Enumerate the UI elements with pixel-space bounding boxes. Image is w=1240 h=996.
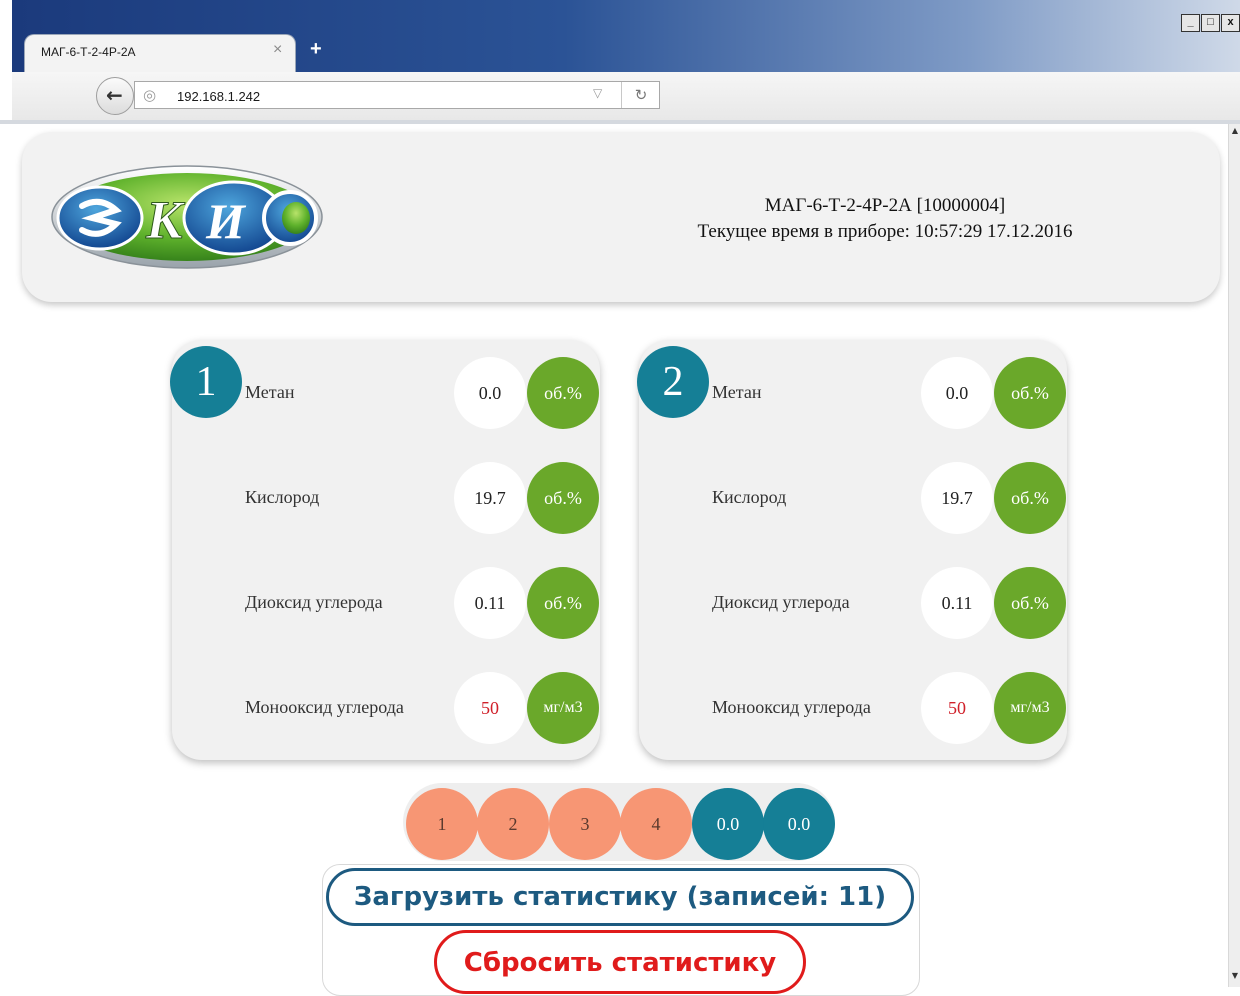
gas-name: Метан bbox=[245, 382, 295, 402]
gas-name: Монооксид углерода bbox=[712, 697, 871, 717]
minimize-button[interactable]: _ bbox=[1181, 14, 1200, 32]
svg-text:К: К bbox=[145, 190, 186, 250]
vertical-scrollbar[interactable]: ▲ ▼ bbox=[1228, 124, 1240, 987]
sensor-panel-1: 1 Метан 0.0 об.% Кислород 19.7 об.% Диок… bbox=[170, 340, 600, 760]
tab-close-icon[interactable]: × bbox=[273, 41, 282, 59]
new-tab-button[interactable]: + bbox=[310, 38, 322, 61]
gas-row: Кислород 19.7 об.% bbox=[639, 462, 1067, 534]
channel-value-2[interactable]: 0.0 bbox=[763, 788, 835, 860]
channel-button-4[interactable]: 4 bbox=[620, 788, 692, 860]
gas-row: Метан 0.0 об.% bbox=[172, 357, 600, 429]
scroll-down-icon[interactable]: ▼ bbox=[1229, 971, 1240, 985]
gas-value: 0.0 bbox=[454, 357, 526, 429]
gas-value: 19.7 bbox=[454, 462, 526, 534]
browser-tab[interactable]: МАГ-6-Т-2-4Р-2А × bbox=[24, 34, 296, 72]
gas-row: Диоксид углерода 0.11 об.% bbox=[639, 567, 1067, 639]
maximize-button[interactable]: □ bbox=[1201, 14, 1220, 32]
gas-row: Кислород 19.7 об.% bbox=[172, 462, 600, 534]
device-time: Текущее время в приборе: 10:57:29 17.12.… bbox=[697, 221, 1073, 242]
gas-value: 0.0 bbox=[921, 357, 993, 429]
gas-unit-button[interactable]: мг/м3 bbox=[994, 672, 1066, 744]
gas-name: Метан bbox=[712, 382, 762, 402]
gas-value-alert: 50 bbox=[921, 672, 993, 744]
load-statistics-button[interactable]: Загрузить статистику (записей: 11) bbox=[326, 868, 914, 926]
gas-name: Диоксид углерода bbox=[712, 592, 850, 612]
reload-icon[interactable]: ↻ bbox=[621, 82, 660, 108]
desktop-edge bbox=[0, 0, 12, 124]
url-input[interactable]: 192.168.1.242 bbox=[177, 89, 260, 104]
sensor-panel-2: 2 Метан 0.0 об.% Кислород 19.7 об.% Диок… bbox=[637, 340, 1067, 760]
back-arrow-icon: ← bbox=[106, 83, 123, 107]
gas-name: Кислород bbox=[712, 487, 787, 507]
gas-unit-button[interactable]: мг/м3 bbox=[527, 672, 599, 744]
channel-value-1[interactable]: 0.0 bbox=[692, 788, 764, 860]
gas-name: Диоксид углерода bbox=[245, 592, 383, 612]
gas-unit-button[interactable]: об.% bbox=[994, 462, 1066, 534]
gas-row: Метан 0.0 об.% bbox=[639, 357, 1067, 429]
channel-button-2[interactable]: 2 bbox=[477, 788, 549, 860]
address-bar[interactable]: ◎ 192.168.1.242 ▽ ↻ bbox=[134, 81, 660, 109]
ekis-logo: К И bbox=[51, 165, 323, 269]
channel-button-1[interactable]: 1 bbox=[406, 788, 478, 860]
back-button[interactable]: ← bbox=[96, 77, 134, 115]
close-button[interactable]: x bbox=[1221, 14, 1240, 32]
gas-name: Кислород bbox=[245, 487, 320, 507]
gas-unit-button[interactable]: об.% bbox=[527, 462, 599, 534]
gas-value: 0.11 bbox=[921, 567, 993, 639]
reset-statistics-button[interactable]: Сбросить статистику bbox=[434, 930, 806, 994]
gas-value: 19.7 bbox=[921, 462, 993, 534]
gas-row: Диоксид углерода 0.11 об.% bbox=[172, 567, 600, 639]
channel-button-3[interactable]: 3 bbox=[549, 788, 621, 860]
gas-unit-button[interactable]: об.% bbox=[994, 357, 1066, 429]
tab-title: МАГ-6-Т-2-4Р-2А bbox=[41, 45, 136, 59]
gas-value: 0.11 bbox=[454, 567, 526, 639]
gas-value-alert: 50 bbox=[454, 672, 526, 744]
svg-text:И: И bbox=[205, 193, 247, 249]
window-controls: _ □ x bbox=[1180, 14, 1240, 32]
gas-unit-button[interactable]: об.% bbox=[527, 567, 599, 639]
scroll-up-icon[interactable]: ▲ bbox=[1229, 126, 1240, 140]
gas-row: Монооксид углерода 50 мг/м3 bbox=[639, 672, 1067, 744]
url-dropdown-icon[interactable]: ▽ bbox=[593, 86, 602, 100]
gas-row: Монооксид углерода 50 мг/м3 bbox=[172, 672, 600, 744]
gas-unit-button[interactable]: об.% bbox=[994, 567, 1066, 639]
gas-name: Монооксид углерода bbox=[245, 697, 404, 717]
globe-icon: ◎ bbox=[143, 86, 157, 104]
device-title: МАГ-6-Т-2-4Р-2А [10000004] bbox=[764, 195, 1006, 216]
gas-unit-button[interactable]: об.% bbox=[527, 357, 599, 429]
browser-chrome: МАГ-6-Т-2-4Р-2А × + _ □ x ← ◎ 192.168.1.… bbox=[0, 0, 1240, 124]
